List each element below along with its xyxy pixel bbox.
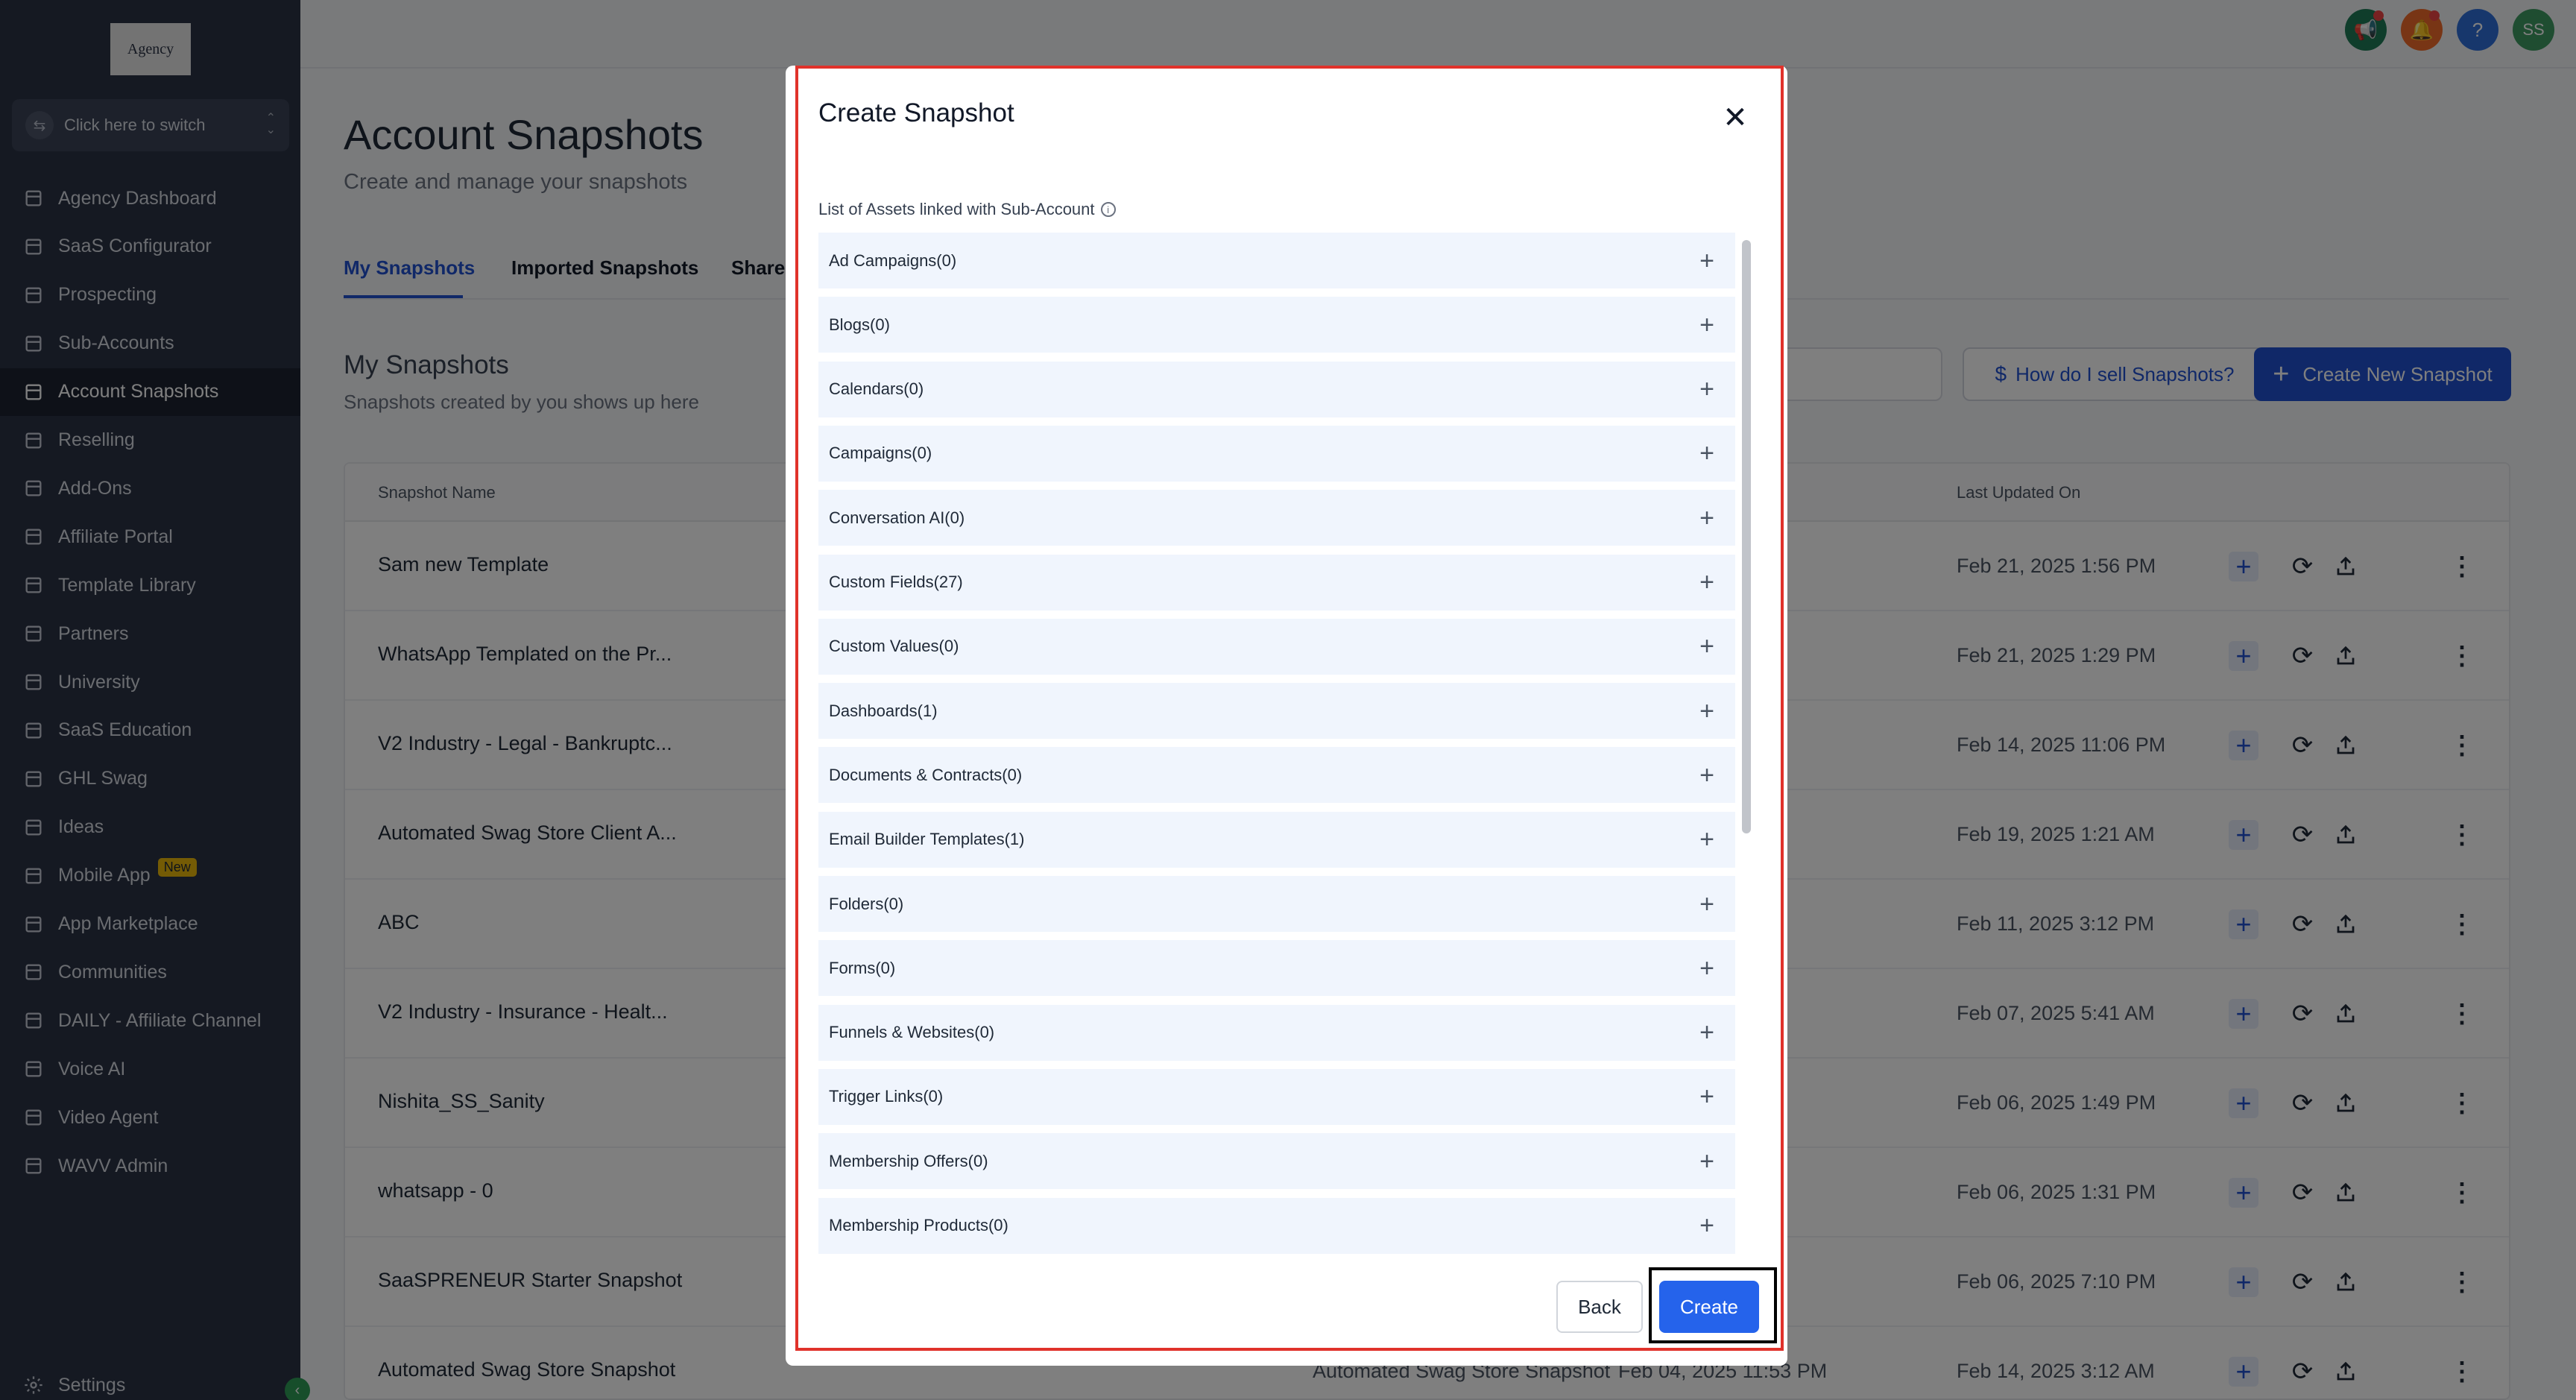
asset-row[interactable]: Custom Values(0) + xyxy=(818,618,1735,676)
expand-plus-icon[interactable]: + xyxy=(1693,1018,1720,1047)
expand-plus-icon[interactable]: + xyxy=(1693,1211,1720,1240)
asset-label: Folders(0) xyxy=(829,894,904,913)
expand-plus-icon[interactable]: + xyxy=(1693,439,1720,467)
asset-row[interactable]: Trigger Links(0) + xyxy=(818,1068,1735,1126)
assets-label: List of Assets linked with Sub-Account i xyxy=(818,200,1116,219)
asset-row[interactable]: Dashboards(1) + xyxy=(818,683,1735,741)
modal-title: Create Snapshot xyxy=(818,98,1014,127)
expand-plus-icon[interactable]: + xyxy=(1693,890,1720,918)
assets-label-text: List of Assets linked with Sub-Account xyxy=(818,200,1095,218)
asset-row[interactable]: Conversation AI(0) + xyxy=(818,490,1735,548)
asset-row[interactable]: Blogs(0) + xyxy=(818,297,1735,355)
asset-label: Forms(0) xyxy=(829,958,896,977)
asset-row[interactable]: Membership Products(0) + xyxy=(818,1197,1735,1255)
asset-row[interactable]: Documents & Contracts(0) + xyxy=(818,747,1735,805)
asset-label: Custom Fields(27) xyxy=(829,573,963,591)
asset-row[interactable]: Funnels & Websites(0) + xyxy=(818,1004,1735,1062)
asset-row[interactable]: Ad Campaigns(0) + xyxy=(818,233,1735,290)
asset-label: Documents & Contracts(0) xyxy=(829,765,1023,784)
asset-row[interactable]: Forms(0) + xyxy=(818,940,1735,998)
asset-label: Calendars(0) xyxy=(829,379,924,399)
asset-label: Membership Products(0) xyxy=(829,1216,1008,1235)
expand-plus-icon[interactable]: + xyxy=(1693,632,1720,660)
expand-plus-icon[interactable]: + xyxy=(1693,825,1720,854)
asset-row[interactable]: Folders(0) + xyxy=(818,876,1735,933)
asset-label: Blogs(0) xyxy=(829,315,890,334)
asset-row[interactable]: Campaigns(0) + xyxy=(818,425,1735,483)
scrollbar-thumb[interactable] xyxy=(1742,240,1751,833)
asset-label: Custom Values(0) xyxy=(829,637,959,656)
asset-row[interactable]: Calendars(0) + xyxy=(818,361,1735,419)
expand-plus-icon[interactable]: + xyxy=(1693,311,1720,339)
asset-row[interactable]: Membership Offers(0) + xyxy=(818,1133,1735,1191)
asset-label: Conversation AI(0) xyxy=(829,508,965,527)
info-icon[interactable]: i xyxy=(1100,202,1116,217)
expand-plus-icon[interactable]: + xyxy=(1693,761,1720,789)
asset-label: Campaigns(0) xyxy=(829,444,932,463)
asset-row[interactable]: Email Builder Templates(1) + xyxy=(818,811,1735,869)
create-button-highlight xyxy=(1649,1267,1777,1343)
asset-label: Ad Campaigns(0) xyxy=(829,250,957,270)
expand-plus-icon[interactable]: + xyxy=(1693,375,1720,403)
asset-label: Membership Offers(0) xyxy=(829,1151,988,1170)
asset-row[interactable]: Custom Fields(27) + xyxy=(818,554,1735,612)
expand-plus-icon[interactable]: + xyxy=(1693,954,1720,983)
expand-plus-icon[interactable]: + xyxy=(1693,568,1720,596)
expand-plus-icon[interactable]: + xyxy=(1693,504,1720,532)
expand-plus-icon[interactable]: + xyxy=(1693,1082,1720,1111)
close-modal-button[interactable]: ✕ xyxy=(1719,101,1752,134)
close-icon: ✕ xyxy=(1723,101,1748,134)
back-button[interactable]: Back xyxy=(1556,1281,1643,1333)
asset-label: Funnels & Websites(0) xyxy=(829,1023,995,1042)
expand-plus-icon[interactable]: + xyxy=(1693,247,1720,275)
expand-plus-icon[interactable]: + xyxy=(1693,697,1720,725)
asset-label: Dashboards(1) xyxy=(829,701,938,720)
asset-label: Trigger Links(0) xyxy=(829,1087,944,1106)
asset-list: Ad Campaigns(0) + Blogs(0) + Calendars(0) + Ca… xyxy=(818,233,1735,1260)
asset-label: Email Builder Templates(1) xyxy=(829,830,1025,849)
expand-plus-icon[interactable]: + xyxy=(1693,1147,1720,1176)
